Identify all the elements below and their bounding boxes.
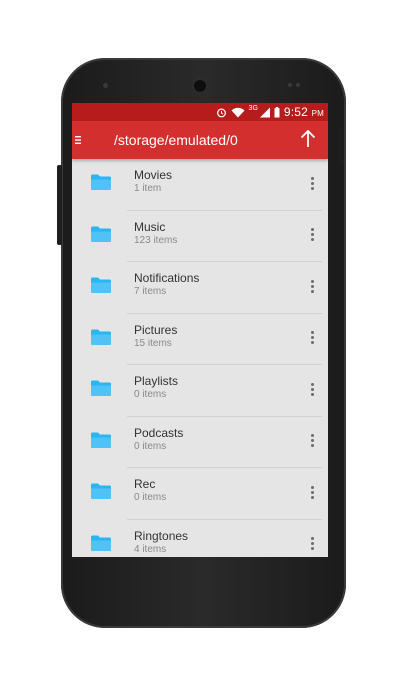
folder-icon: [91, 226, 111, 242]
folder-name: Playlists: [134, 374, 179, 388]
proximity-sensor: [103, 83, 108, 88]
more-options-icon[interactable]: [304, 276, 320, 296]
front-camera: [194, 80, 206, 92]
more-options-icon[interactable]: [304, 379, 320, 399]
status-bar: 3G 9:52 PM: [72, 103, 328, 121]
folder-row[interactable]: Podcasts 0 items: [72, 417, 328, 468]
folder-item-count: 0 items: [134, 492, 167, 503]
battery-icon: [274, 106, 280, 117]
hamburger-menu-icon[interactable]: [72, 121, 84, 159]
folder-item-count: 4 items: [134, 543, 167, 555]
more-options-icon[interactable]: [304, 431, 320, 451]
folder-icon: [91, 277, 111, 293]
current-path: /storage/emulated/0: [114, 132, 238, 148]
folder-icon: [91, 483, 111, 499]
folder-item-count: 1 item: [134, 183, 162, 194]
folder-icon: [91, 174, 111, 190]
folder-row[interactable]: Pictures 15 items: [72, 314, 328, 365]
more-options-icon[interactable]: [304, 328, 320, 348]
folder-list: Movies 1 item Music 123 items Notifications 7…: [72, 159, 328, 557]
folder-row[interactable]: Music 123 items: [72, 211, 328, 262]
folder-name: Movies: [134, 168, 173, 182]
folder-item-count: 7 items: [134, 286, 167, 297]
folder-icon: [91, 380, 111, 396]
network-type: 3G: [248, 105, 258, 112]
folder-item-count: 0 items: [134, 440, 167, 452]
folder-name: Pictures: [134, 322, 178, 337]
alarm-icon: [216, 108, 226, 117]
folder-icon: [91, 432, 111, 448]
light-sensor: [288, 83, 292, 87]
arrow-up-icon[interactable]: [296, 127, 320, 151]
toolbar: /storage/emulated/0: [72, 121, 328, 159]
wifi-icon: [231, 107, 245, 117]
folder-name: Rec: [134, 477, 156, 491]
folder-row[interactable]: Movies 1 item: [72, 159, 328, 211]
folder-icon: [91, 535, 111, 551]
clock: 9:52 PM: [283, 105, 324, 119]
folder-icon: [91, 329, 111, 345]
power-button: [339, 128, 344, 166]
folder-item-count: 0 items: [134, 389, 167, 400]
more-options-icon[interactable]: [304, 173, 320, 193]
screen: 3G 9:52 PM /storage/emulated/0 Movies 1 …: [72, 103, 328, 557]
folder-name: Ringtones: [134, 528, 189, 543]
folder-row[interactable]: Rec 0 items: [72, 468, 328, 520]
volume-button: [57, 165, 62, 245]
more-options-icon[interactable]: [304, 225, 320, 245]
more-options-icon[interactable]: [304, 534, 320, 554]
folder-item-count: 123 items: [134, 234, 178, 246]
folder-name: Podcasts: [134, 425, 184, 440]
folder-row[interactable]: Ringtones 4 items: [72, 520, 328, 558]
folder-row[interactable]: Playlists 0 items: [72, 365, 328, 417]
folder-name: Notifications: [134, 271, 200, 285]
light-sensor: [296, 83, 300, 87]
signal-icon: [259, 107, 270, 117]
folder-row[interactable]: Notifications 7 items: [72, 262, 328, 314]
more-options-icon[interactable]: [304, 482, 320, 502]
folder-item-count: 15 items: [134, 337, 172, 349]
folder-name: Music: [134, 219, 166, 234]
